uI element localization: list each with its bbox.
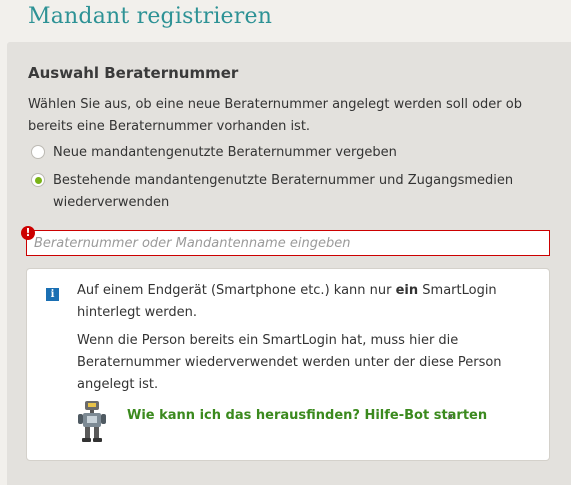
radio-new-number[interactable] [31,145,45,159]
search-field[interactable] [26,230,550,256]
option-existing-number[interactable]: Bestehende mandantengenutzte Beraternumm… [31,170,523,214]
help-bot-link[interactable]: Wie kann ich das herausfinden? Hilfe-Bot… [127,408,487,423]
registration-panel: Auswahl Beraternummer Wählen Sie aus, ob… [7,42,571,485]
option-new-number-label[interactable]: Neue mandantengenutzte Beraternummer ver… [53,142,523,164]
radio-existing-number[interactable] [31,173,45,187]
info-icon: i [46,288,59,301]
option-new-number[interactable]: Neue mandantengenutzte Beraternummer ver… [31,142,523,164]
error-icon: ! [21,226,35,240]
radio-selected-dot [34,176,42,184]
info-box: i Auf einem Endgerät (Smartphone etc.) k… [26,268,550,461]
search-input[interactable] [27,231,549,255]
section-description: Wählen Sie aus, ob eine neue Beraternumm… [28,97,522,134]
robot-icon [78,401,106,442]
chevron-right-icon[interactable]: › [447,406,453,425]
page-title: Mandant registrieren [28,4,273,29]
info-paragraph-2: Wenn die Person bereits ein SmartLogin h… [77,333,502,392]
info-paragraph-1: Auf einem Endgerät (Smartphone etc.) kan… [77,283,497,320]
option-existing-number-label[interactable]: Bestehende mandantengenutzte Beraternumm… [53,170,523,214]
section-heading: Auswahl Beraternummer [28,64,239,82]
